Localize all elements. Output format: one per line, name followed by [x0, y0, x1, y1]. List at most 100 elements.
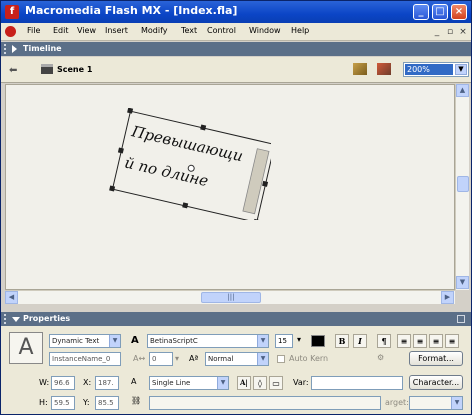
text-field-graphic: Превышающи й по длине: [109, 107, 278, 225]
italic-button[interactable]: I: [353, 334, 367, 348]
text-direction-icon[interactable]: ¶: [377, 334, 391, 348]
back-arrow-icon[interactable]: ⬅: [9, 65, 17, 76]
text-tool-icon: A: [9, 332, 43, 364]
menu-modify[interactable]: Modify: [141, 26, 168, 35]
align-right-icon[interactable]: ≡: [429, 334, 443, 348]
document-icon[interactable]: [5, 26, 16, 37]
menu-control[interactable]: Control: [207, 26, 236, 35]
show-border-icon[interactable]: ▭: [269, 376, 283, 390]
chevron-down-icon[interactable]: ▼: [109, 335, 120, 347]
scroll-thumb[interactable]: |||: [201, 292, 261, 303]
maximize-button[interactable]: □: [432, 4, 448, 20]
target-label: arget:: [385, 398, 409, 407]
menu-insert[interactable]: Insert: [105, 26, 128, 35]
edit-symbols-icon[interactable]: [377, 63, 391, 75]
y-input[interactable]: 85.5: [95, 396, 119, 410]
w-input[interactable]: 96.6: [51, 376, 75, 390]
doc-close-icon[interactable]: ×: [458, 27, 468, 37]
text-line-2: й по длине: [123, 153, 210, 190]
var-input[interactable]: [311, 376, 403, 390]
resize-handle[interactable]: [253, 218, 260, 225]
selected-text-field[interactable]: Превышающи й по длине: [101, 107, 278, 225]
tracking-input[interactable]: 0: [149, 352, 173, 366]
scroll-down-icon[interactable]: ▼: [456, 276, 469, 289]
tracking-slider-icon[interactable]: ▾: [175, 354, 179, 363]
doc-minimize-icon[interactable]: _: [432, 27, 442, 37]
zoom-select[interactable]: 200% ▼: [403, 62, 469, 77]
resize-handle[interactable]: [262, 180, 269, 187]
target-select[interactable]: ▼: [409, 396, 463, 410]
char-position-value: Normal: [208, 355, 234, 363]
timeline-label: Timeline: [23, 44, 62, 53]
scene-clapper-icon: [41, 64, 53, 74]
grip-icon[interactable]: [4, 314, 8, 324]
y-label: Y:: [83, 398, 90, 407]
align-center-icon[interactable]: ≡: [413, 334, 427, 348]
resize-handle[interactable]: [117, 147, 124, 154]
stage-vertical-scrollbar[interactable]: ▲ ▼: [455, 84, 469, 290]
resize-handle[interactable]: [200, 124, 207, 131]
close-button[interactable]: ×: [451, 4, 467, 20]
text-type-select[interactable]: Dynamic Text ▼: [49, 334, 121, 348]
doc-restore-icon[interactable]: ▫: [445, 27, 455, 37]
menu-file[interactable]: File: [27, 26, 40, 35]
edit-scene-icon[interactable]: [353, 63, 367, 75]
font-icon: A: [131, 335, 139, 346]
align-justify-icon[interactable]: ≡: [445, 334, 459, 348]
tracking-icon: A↔: [133, 354, 146, 363]
flash-app-icon[interactable]: f: [5, 5, 19, 19]
text-type-value: Dynamic Text: [52, 337, 100, 345]
chevron-down-icon[interactable]: ▼: [217, 377, 228, 389]
size-slider-icon[interactable]: ▾: [297, 335, 301, 344]
h-input[interactable]: 59.5: [51, 396, 75, 410]
font-select[interactable]: BetinaScriptC ▼: [147, 334, 269, 348]
scroll-right-icon[interactable]: ▶: [441, 291, 454, 304]
bold-button[interactable]: B: [335, 334, 349, 348]
chevron-down-icon[interactable]: ▼: [451, 397, 462, 409]
resize-handle[interactable]: [182, 202, 189, 209]
panel-options-icon[interactable]: [457, 315, 465, 323]
font-value: BetinaScriptC: [150, 337, 198, 345]
collapse-arrow-icon[interactable]: [12, 317, 20, 322]
align-left-icon[interactable]: ≡: [397, 334, 411, 348]
x-input[interactable]: 187.: [95, 376, 119, 390]
title-bar: f Macromedia Flash MX - [Index.fla] _ □ …: [1, 1, 471, 23]
flash-window: f Macromedia Flash MX - [Index.fla] _ □ …: [0, 0, 472, 415]
font-size-input[interactable]: 15: [275, 334, 293, 348]
url-input[interactable]: [149, 396, 381, 410]
scroll-up-icon[interactable]: ▲: [456, 84, 469, 97]
auto-kern-checkbox[interactable]: [277, 355, 285, 363]
scroll-left-icon[interactable]: ◀: [5, 291, 18, 304]
properties-panel-header[interactable]: Properties: [1, 312, 471, 326]
chevron-down-icon[interactable]: ▼: [257, 353, 268, 365]
text-field-scrollbar[interactable]: [242, 148, 270, 215]
scroll-thumb[interactable]: [457, 176, 469, 192]
auto-kern-label: Auto Kern: [289, 354, 329, 363]
scene-label[interactable]: Scene 1: [57, 65, 92, 74]
menu-text[interactable]: Text: [181, 26, 197, 35]
render-html-icon[interactable]: ◊: [253, 376, 267, 390]
menu-help[interactable]: Help: [291, 26, 309, 35]
stage-horizontal-scrollbar[interactable]: ◀ ||| ▶: [5, 290, 455, 304]
url-link-icon[interactable]: ⚙: [377, 353, 384, 362]
collapse-arrow-icon[interactable]: [12, 45, 17, 53]
instance-name-input[interactable]: InstanceName_0: [49, 352, 121, 366]
character-button[interactable]: Character...: [409, 375, 463, 390]
resize-handle[interactable]: [109, 185, 116, 192]
selectable-button[interactable]: A|: [237, 376, 251, 390]
resize-handle[interactable]: [127, 107, 134, 114]
menu-window[interactable]: Window: [249, 26, 281, 35]
format-button[interactable]: Format...: [409, 351, 463, 366]
zoom-value: 200%: [405, 64, 453, 75]
char-position-icon: Aª: [189, 354, 199, 363]
menu-edit[interactable]: Edit: [53, 26, 69, 35]
line-type-select[interactable]: Single Line ▼: [149, 376, 229, 390]
text-color-swatch[interactable]: [311, 335, 325, 347]
menu-view[interactable]: View: [77, 26, 96, 35]
chevron-down-icon[interactable]: ▼: [455, 64, 467, 75]
grip-icon[interactable]: [4, 44, 8, 54]
minimize-button[interactable]: _: [413, 4, 429, 20]
char-position-select[interactable]: Normal ▼: [205, 352, 269, 366]
chevron-down-icon[interactable]: ▼: [257, 335, 268, 347]
timeline-panel-header[interactable]: Timeline: [1, 42, 471, 56]
